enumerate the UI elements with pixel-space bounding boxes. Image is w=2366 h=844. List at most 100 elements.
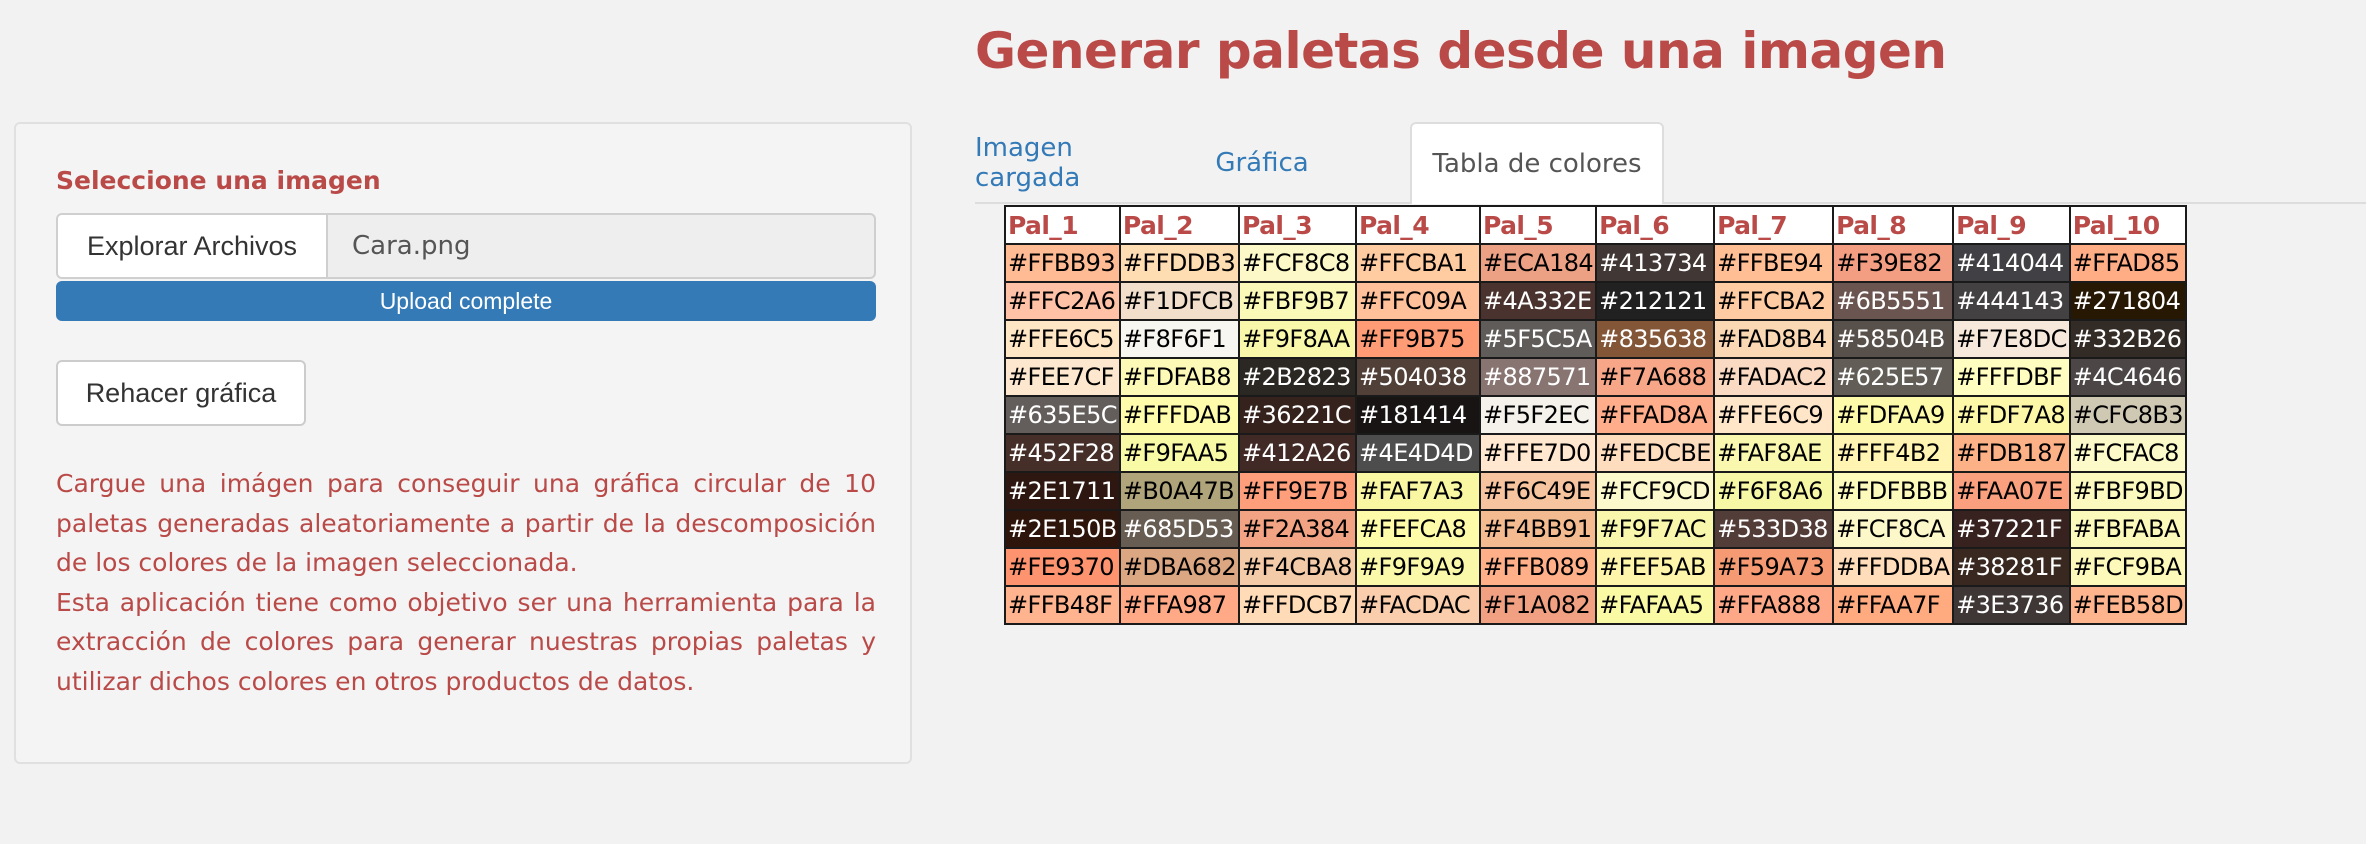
upload-status-text: Upload complete [379,287,553,314]
color-cell: #F2A384 [1238,509,1358,549]
color-cell: #36221C [1238,395,1358,435]
column-header: Pal_5 [1479,205,1598,245]
color-cell: #ECA184 [1479,243,1598,283]
color-cell: #37221F [1952,509,2071,549]
color-cell: #2E1711 [1004,471,1121,511]
color-cell: #FFDDBA [1832,547,1955,587]
table-row: #FFBB93 #FFDDB3 #FCF8C8 #FFCBA1 #ECA184 #4137… [1004,243,2188,283]
color-cell: #212121 [1595,281,1716,321]
color-cell: #FFAD85 [2068,243,2188,283]
color-cell: #FFC2A6 [1004,281,1121,321]
description: Cargue una imágen para conseguir una grá… [56,464,876,701]
color-cell: #444143 [1952,281,2071,321]
color-cell: #F1DFCB [1118,281,1241,321]
column-header: Pal_4 [1355,205,1482,245]
file-input-label: Seleccione una imagen [56,166,381,195]
color-cell: #F4CBA8 [1238,547,1358,587]
column-header: Pal_1 [1004,205,1121,245]
color-cell: #FCF9CD [1595,471,1716,511]
color-cell: #FBF9B7 [1238,281,1358,321]
color-table: Pal_1 Pal_2 Pal_3 Pal_4 Pal_5 Pal_6 Pal_7 Pal_8… [1004,205,2188,625]
color-cell: #58504B [1832,319,1955,359]
column-header: Pal_2 [1118,205,1241,245]
color-cell: #414044 [1952,243,2071,283]
color-cell: #FF9E7B [1238,471,1358,511]
table-row: #452F28 #F9FAA5 #412A26 #4E4D4D #FFE7D0 #FEDC… [1004,433,2188,473]
color-cell: #F39E82 [1832,243,1955,283]
column-header: Pal_7 [1713,205,1835,245]
color-cell: #F4BB91 [1479,509,1598,549]
color-cell: #FCF9BA [2068,547,2188,587]
color-cell: #887571 [1479,357,1598,397]
table-row: #FEE7CF #FDFAB8 #2B2823 #504038 #887571 #F7A6… [1004,357,2188,397]
color-cell: #FEE7CF [1004,357,1121,397]
color-cell: #FDFAA9 [1832,395,1955,435]
color-cell: #FFB089 [1479,547,1598,587]
browse-files-button[interactable]: Explorar Archivos [58,215,328,277]
color-cell: #38281F [1952,547,2071,587]
color-cell: #F9FAA5 [1118,433,1241,473]
color-cell: #FDFAB8 [1118,357,1241,397]
table-row: #2E150B #685D53 #F2A384 #FEFCA8 #F4BB91 #F9F7… [1004,509,2188,549]
color-cell: #FFBB93 [1004,243,1121,283]
color-cell: #FFC09A [1355,281,1482,321]
color-cell: #FFCBA2 [1713,281,1835,321]
color-cell: #FAFAA5 [1595,585,1716,625]
color-cell: #533D38 [1713,509,1835,549]
color-cell: #FFAD8A [1595,395,1716,435]
column-header: Pal_8 [1832,205,1955,245]
color-cell: #B0A47B [1118,471,1241,511]
color-cell: #FBFABA [2068,509,2188,549]
color-cell: #FEFCA8 [1355,509,1482,549]
color-cell: #FFAA7F [1832,585,1955,625]
column-header: Pal_3 [1238,205,1358,245]
color-cell: #FAF8AE [1713,433,1835,473]
color-cell: #FFB48F [1004,585,1121,625]
description-paragraph: Esta aplicación tiene como objetivo ser … [56,587,876,696]
column-header: Pal_9 [1952,205,2071,245]
table-row: #FFE6C5 #F8F6F1 #F9F8AA #FF9B75 #5F5C5A #8356… [1004,319,2188,359]
color-cell: #FCF8CA [1832,509,1955,549]
color-cell: #2E150B [1004,509,1121,549]
color-cell: #F7A688 [1595,357,1716,397]
color-cell: #FDF7A8 [1952,395,2071,435]
table-row: #2E1711 #B0A47B #FF9E7B #FAF7A3 #F6C49E #FCF9… [1004,471,2188,511]
color-cell: #181414 [1355,395,1482,435]
tab-bar: Imagen cargada Gráfica Tabla de colores [975,122,2366,204]
tab-imagen-cargada[interactable]: Imagen cargada [975,122,1183,204]
tab-tabla-de-colores[interactable]: Tabla de colores [1410,122,1664,204]
redo-chart-button[interactable]: Rehacer gráfica [56,360,306,426]
color-cell: #FCFAC8 [2068,433,2188,473]
color-cell: #F9F9A9 [1355,547,1482,587]
color-cell: #635E5C [1004,395,1121,435]
color-cell: #452F28 [1004,433,1121,473]
color-cell: #FFFDAB [1118,395,1241,435]
column-header: Pal_6 [1595,205,1716,245]
tab-grafica[interactable]: Gráfica [1183,122,1341,204]
color-cell: #FFE6C5 [1004,319,1121,359]
file-input-group: Explorar Archivos Cara.png [56,213,876,279]
color-cell: #FFA987 [1118,585,1241,625]
color-cell: #FCF8C8 [1238,243,1358,283]
color-cell: #FEB58D [2068,585,2188,625]
color-cell: #F6C49E [1479,471,1598,511]
color-cell: #FFDCB7 [1238,585,1358,625]
color-cell: #625E57 [1832,357,1955,397]
table-row: #635E5C #FFFDAB #36221C #181414 #F5F2EC #FFAD… [1004,395,2188,435]
color-cell: #413734 [1595,243,1716,283]
file-name-field: Cara.png [352,231,471,261]
color-cell: #FFA888 [1713,585,1835,625]
color-cell: #4C4646 [2068,357,2188,397]
color-cell: #FFBE94 [1713,243,1835,283]
color-cell: #4A332E [1479,281,1598,321]
sidebar-panel: Seleccione una imagen Explorar Archivos … [14,122,912,764]
color-cell: #6B5551 [1832,281,1955,321]
color-cell: #FFFDBF [1952,357,2071,397]
color-cell: #FFE7D0 [1479,433,1598,473]
color-cell: #412A26 [1238,433,1358,473]
page-title: Generar paletas desde una imagen [975,22,1947,80]
color-cell: #FBF9BD [2068,471,2188,511]
color-cell: #FAA07E [1952,471,2071,511]
description-paragraph: Cargue una imágen para conseguir una grá… [56,469,876,577]
color-cell: #FDFBBB [1832,471,1955,511]
